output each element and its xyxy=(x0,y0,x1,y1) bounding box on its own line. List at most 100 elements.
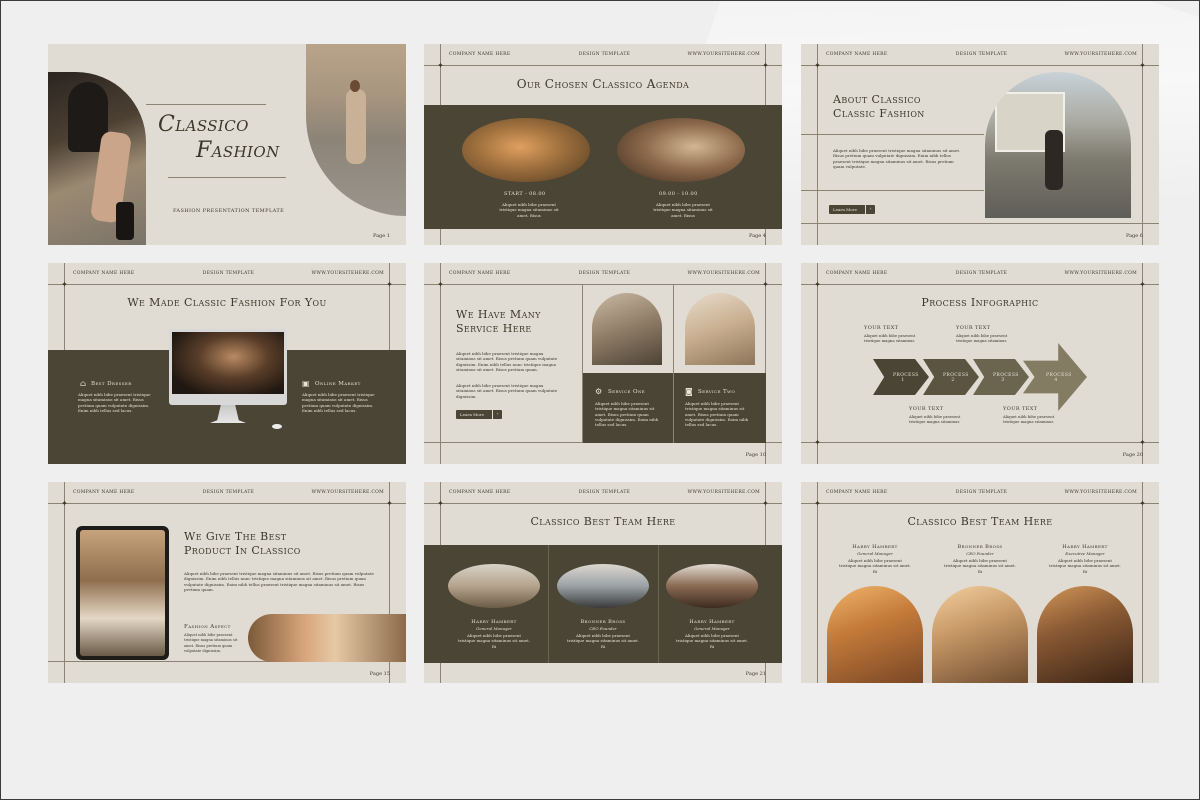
about-title-line2: Classic Fashion xyxy=(833,107,925,120)
service-text-2: Aliquet nibh bibe praesent tristique mag… xyxy=(685,401,749,428)
classic-title: We Made Classic Fashion For You xyxy=(127,296,327,309)
product-title-line1: We Give The Best xyxy=(184,530,287,543)
slide-team-light[interactable]: COMPANY NAME HERE DESIGN TEMPLATE WWW.YO… xyxy=(801,482,1159,683)
process-label-4: PROCESS 4 xyxy=(1046,373,1072,383)
star-icon: ✦ xyxy=(61,280,68,289)
slide-about[interactable]: COMPANY NAME HERE DESIGN TEMPLATE WWW.YO… xyxy=(801,44,1159,245)
label-top-1: YOUR TEXT xyxy=(864,325,899,331)
grid-line xyxy=(424,65,782,66)
cover-title-line1: Classico xyxy=(158,112,249,137)
star-icon: ✦ xyxy=(814,438,821,447)
slide-cover[interactable]: Classico Fashion FASHION PRESENTATION TE… xyxy=(48,44,406,245)
member-text-1: Aliquet nibh bibe praesent tristique mag… xyxy=(458,633,530,649)
template-label: DESIGN TEMPLATE xyxy=(578,52,631,57)
grid-line xyxy=(424,284,782,285)
grid-line xyxy=(673,284,674,443)
star-icon: ✦ xyxy=(1139,499,1146,508)
slide-header: COMPANY NAME HERE DESIGN TEMPLATE WWW.YO… xyxy=(449,52,760,60)
company-name: COMPANY NAME HERE xyxy=(73,271,135,276)
company-name: COMPANY NAME HERE xyxy=(826,490,888,495)
divider xyxy=(146,104,266,105)
member-role-2: CEO Founder xyxy=(589,626,617,631)
service-title-1: Service One xyxy=(608,389,646,395)
grid-line xyxy=(817,263,818,464)
service-title-2: Service Two xyxy=(698,389,736,395)
label-top-2-text: Aliquet nibh bibe praesent tristique mag… xyxy=(956,333,1008,344)
grid-line xyxy=(801,65,1159,66)
star-icon: ✦ xyxy=(61,499,68,508)
slide-header: COMPANY NAME HERE DESIGN TEMPLATE WWW.YO… xyxy=(73,490,384,498)
grid-line xyxy=(658,545,659,663)
learn-more-button[interactable]: Learn More › xyxy=(456,410,502,419)
monitor-icon: ▣ xyxy=(302,379,310,388)
agenda-time-2: 09.00 - 10.00 xyxy=(659,191,698,197)
cover-title-line2: Fashion xyxy=(196,138,280,163)
star-icon: ✦ xyxy=(1139,61,1146,70)
service-photo-1 xyxy=(592,293,662,365)
member-name-1: Harry Hambert xyxy=(471,619,517,625)
slide-product[interactable]: COMPANY NAME HERE DESIGN TEMPLATE WWW.YO… xyxy=(48,482,406,683)
label-top-2: YOUR TEXT xyxy=(956,325,991,331)
page-number: Page 20 xyxy=(1122,452,1143,458)
page-number: Page 21 xyxy=(745,671,766,677)
product-body: Aliquet nibh bibe praesent tristique mag… xyxy=(184,571,374,592)
label-bottom-2-text: Aliquet nibh bibe praesent tristique mag… xyxy=(1003,414,1055,425)
slide-process[interactable]: COMPANY NAME HERE DESIGN TEMPLATE WWW.YO… xyxy=(801,263,1159,464)
template-label: DESIGN TEMPLATE xyxy=(202,271,255,276)
member-role-3: Executive Manager xyxy=(1065,551,1105,556)
bag-icon: ◙ xyxy=(685,387,693,396)
aspect-title: Fashion Aspect xyxy=(184,624,231,630)
member-text-2: Aliquet nibh bibe praesent tristique mag… xyxy=(944,558,1016,574)
mouse xyxy=(272,424,282,429)
monitor xyxy=(169,329,287,405)
team-title: Classico Best Team Here xyxy=(907,515,1053,528)
about-photo xyxy=(985,72,1131,218)
company-name: COMPANY NAME HERE xyxy=(826,271,888,276)
star-icon: ✦ xyxy=(762,499,769,508)
slide-team-dark[interactable]: COMPANY NAME HERE DESIGN TEMPLATE WWW.YO… xyxy=(424,482,782,683)
slide-classic-fashion[interactable]: COMPANY NAME HERE DESIGN TEMPLATE WWW.YO… xyxy=(48,263,406,464)
star-icon: ✦ xyxy=(437,499,444,508)
star-icon: ✦ xyxy=(762,280,769,289)
member-name-2: Bronner Bross xyxy=(957,544,1003,550)
slide-agenda[interactable]: COMPANY NAME HERE DESIGN TEMPLATE WWW.YO… xyxy=(424,44,782,245)
grid-line xyxy=(801,503,1159,504)
company-name: COMPANY NAME HERE xyxy=(826,52,888,57)
website: WWW.YOURSITEHERE.COM xyxy=(311,271,384,276)
star-icon: ✦ xyxy=(814,280,821,289)
slide-header: COMPANY NAME HERE DESIGN TEMPLATE WWW.YO… xyxy=(826,52,1137,60)
star-icon: ✦ xyxy=(1139,438,1146,447)
grid-line xyxy=(64,482,65,683)
grid-line xyxy=(801,223,1159,224)
grid-line xyxy=(48,503,406,504)
hanger-icon: ⌂ xyxy=(80,379,87,388)
template-label: DESIGN TEMPLATE xyxy=(955,271,1008,276)
star-icon: ✦ xyxy=(814,499,821,508)
website: WWW.YOURSITEHERE.COM xyxy=(311,490,384,495)
website: WWW.YOURSITEHERE.COM xyxy=(687,52,760,57)
model-photo-right xyxy=(306,44,406,216)
about-body: Aliquet nibh bibe praesent tristique mag… xyxy=(833,148,961,169)
arrow-right-icon: › xyxy=(865,205,875,214)
member-name-2: Bronner Bross xyxy=(580,619,626,625)
grid-line xyxy=(548,545,549,663)
cover-subtitle: FASHION PRESENTATION TEMPLATE xyxy=(173,208,285,214)
grid-line xyxy=(582,284,583,443)
company-name: COMPANY NAME HERE xyxy=(449,52,511,57)
star-icon: ✦ xyxy=(437,280,444,289)
team-photo-1 xyxy=(827,586,923,683)
star-icon: ✦ xyxy=(386,280,393,289)
website: WWW.YOURSITEHERE.COM xyxy=(1064,52,1137,57)
agenda-text-1: Aliquet nibh bibe praesent tristique mag… xyxy=(499,202,559,218)
aspect-photo xyxy=(248,614,406,662)
learn-more-button[interactable]: Learn More › xyxy=(829,205,875,214)
label-bottom-1-text: Aliquet nibh bibe praesent tristique mag… xyxy=(909,414,961,425)
process-label-2: PROCESS 2 xyxy=(943,373,969,383)
company-name: COMPANY NAME HERE xyxy=(449,271,511,276)
process-title: Process Infographic xyxy=(921,296,1039,309)
grid-line xyxy=(48,284,406,285)
star-icon: ✦ xyxy=(386,499,393,508)
slide-header: COMPANY NAME HERE DESIGN TEMPLATE WWW.YO… xyxy=(449,490,760,498)
slide-services[interactable]: COMPANY NAME HERE DESIGN TEMPLATE WWW.YO… xyxy=(424,263,782,464)
company-name: COMPANY NAME HERE xyxy=(73,490,135,495)
